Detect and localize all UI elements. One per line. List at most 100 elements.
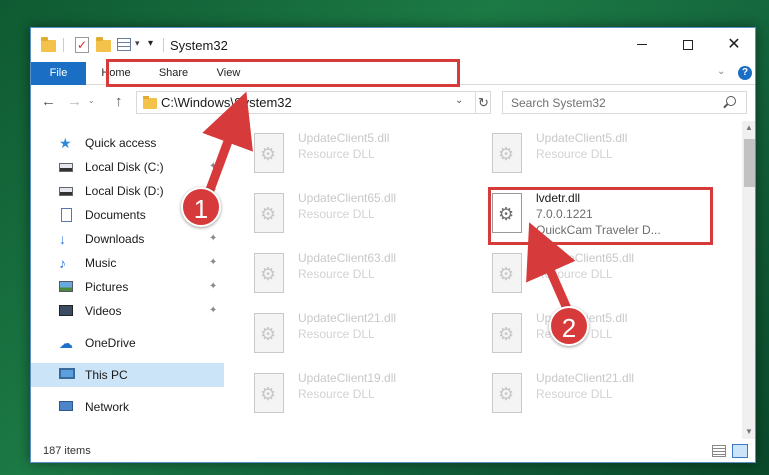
dll-file-icon — [254, 193, 284, 233]
close-button[interactable]: ✕ — [711, 28, 755, 62]
sidebar-item-quick-access[interactable]: ★ Quick access — [31, 131, 224, 155]
sidebar-item-this-pc[interactable]: This PC — [31, 363, 224, 387]
cloud-icon: ☁ — [59, 335, 73, 351]
navigation-pane: ★ Quick access Local Disk (C:) ✦ Local D… — [31, 121, 226, 439]
address-bar[interactable]: C:\Windows\System32 ⌄ ↻ — [136, 91, 491, 114]
details-view-icon[interactable] — [712, 445, 726, 457]
new-folder-icon[interactable] — [96, 37, 111, 52]
file-tile[interactable]: UpdateClient21.dll Resource DLL — [226, 305, 456, 365]
sidebar-item-label: Videos — [85, 304, 122, 318]
address-dropdown-icon[interactable]: ⌄ — [455, 95, 463, 106]
file-tile[interactable]: UpdateClient63.dll Resource DLL — [226, 245, 456, 305]
sidebar-item-videos[interactable]: Videos ✦ — [31, 299, 224, 323]
sidebar-item-music[interactable]: ♪ Music ✦ — [31, 251, 224, 275]
file-explorer-window: ✓ ▾ ▾ System32 ✕ File Home Share View ⌄ … — [30, 27, 756, 463]
file-highlight — [488, 187, 713, 245]
sidebar-item-label: Quick access — [85, 136, 157, 150]
title-bar: ✓ ▾ ▾ System32 ✕ — [31, 28, 755, 62]
scroll-up-icon[interactable]: ▲ — [745, 123, 753, 132]
file-name: UpdateClient5.dll — [536, 131, 628, 145]
dll-file-icon — [492, 133, 522, 173]
file-name: UpdateClient65.dll — [298, 191, 397, 205]
properties-check-icon[interactable]: ✓ — [75, 37, 89, 53]
sidebar-item-network[interactable]: Network — [31, 395, 224, 419]
pin-icon[interactable]: ✦ — [209, 281, 217, 292]
file-type: Resource DLL — [298, 267, 375, 281]
download-icon: ↓ — [59, 231, 66, 247]
file-type: Resource DLL — [536, 147, 613, 161]
file-tile[interactable]: UpdateClient21.dll Resource DLL — [464, 365, 694, 425]
customize-toolbar-icon[interactable]: ▾ — [148, 38, 153, 49]
sidebar-item-label: Downloads — [85, 232, 145, 246]
vertical-scrollbar[interactable]: ▲ ▼ — [742, 121, 755, 439]
step-badge-1: 1 — [181, 187, 221, 227]
sidebar-item-label: Music — [85, 256, 117, 270]
forward-button[interactable]: → — [67, 93, 82, 110]
computer-icon — [59, 368, 75, 379]
dll-file-icon — [254, 373, 284, 413]
tab-file[interactable]: File — [31, 62, 86, 85]
refresh-button[interactable]: ↻ — [475, 92, 491, 113]
file-type: Resource DLL — [298, 207, 375, 221]
file-tile[interactable]: UpdateClient65.dll Resource DLL — [226, 185, 456, 245]
file-tile[interactable]: UpdateClient5.dll Resource DLL — [226, 125, 456, 185]
view-options-icon[interactable] — [117, 38, 131, 51]
folder-icon — [143, 96, 157, 109]
drive-icon — [59, 163, 73, 172]
expand-ribbon-icon[interactable]: ⌄ — [717, 66, 725, 77]
file-tile[interactable]: UpdateClient65.dll Resource DLL — [464, 245, 694, 305]
maximize-button[interactable] — [665, 28, 711, 62]
file-type: Resource DLL — [298, 327, 375, 341]
file-name: UpdateClient21.dll — [298, 311, 397, 325]
file-list: UpdateClient5.dll Resource DLL UpdateCli… — [226, 121, 742, 439]
recent-locations-icon[interactable]: ⌄ — [88, 96, 95, 105]
sidebar-item-label: Local Disk (D:) — [85, 184, 164, 198]
item-count: 187 items — [43, 445, 91, 457]
pin-icon[interactable]: ✦ — [209, 257, 217, 268]
step-badge-2: 2 — [549, 306, 589, 346]
dll-file-icon — [254, 133, 284, 173]
pin-icon[interactable]: ✦ — [209, 233, 217, 244]
sidebar-item-pictures[interactable]: Pictures ✦ — [31, 275, 224, 299]
star-icon: ★ — [59, 135, 72, 151]
divider — [63, 38, 64, 52]
up-button[interactable]: ↑ — [115, 93, 123, 110]
window-title: System32 — [170, 38, 228, 53]
dll-file-icon — [492, 253, 522, 293]
large-icons-view-icon[interactable] — [732, 444, 748, 458]
file-tile[interactable]: UpdateClient19.dll Resource DLL — [226, 365, 456, 425]
search-icon[interactable] — [726, 96, 736, 106]
scroll-down-icon[interactable]: ▼ — [745, 427, 753, 436]
sidebar-item-downloads[interactable]: ↓ Downloads ✦ — [31, 227, 224, 251]
back-button[interactable]: ← — [41, 93, 56, 110]
chevron-down-icon[interactable]: ▾ — [135, 38, 140, 49]
documents-icon — [61, 208, 72, 222]
file-name: UpdateClient5.dll — [298, 131, 390, 145]
sidebar-item-local-disk-c[interactable]: Local Disk (C:) ✦ — [31, 155, 224, 179]
sidebar-item-onedrive[interactable]: ☁ OneDrive — [31, 331, 224, 355]
file-name: UpdateClient19.dll — [298, 371, 397, 385]
address-path[interactable]: C:\Windows\System32 — [161, 95, 292, 110]
dll-file-icon — [492, 373, 522, 413]
pin-icon[interactable]: ✦ — [209, 161, 217, 172]
pin-icon[interactable]: ✦ — [209, 305, 217, 316]
folder-icon — [41, 37, 56, 52]
search-input[interactable]: Search System32 — [502, 91, 747, 114]
status-bar: 187 items — [31, 439, 755, 462]
dll-file-icon — [492, 313, 522, 353]
file-name: UpdateClient63.dll — [298, 251, 397, 265]
drive-icon — [59, 187, 73, 196]
minimize-icon — [637, 44, 647, 46]
dll-file-icon — [254, 313, 284, 353]
file-name: UpdateClient21.dll — [536, 371, 635, 385]
minimize-button[interactable] — [619, 28, 665, 62]
help-icon[interactable]: ? — [738, 66, 752, 80]
file-tile[interactable]: UpdateClient5.dll Resource DLL — [464, 125, 694, 185]
pictures-icon — [59, 281, 73, 292]
scroll-thumb[interactable] — [744, 139, 755, 187]
file-type: Resource DLL — [536, 387, 613, 401]
sidebar-item-label: This PC — [85, 368, 128, 382]
videos-icon — [59, 305, 73, 316]
network-icon — [59, 401, 73, 411]
file-type: Resource DLL — [298, 387, 375, 401]
